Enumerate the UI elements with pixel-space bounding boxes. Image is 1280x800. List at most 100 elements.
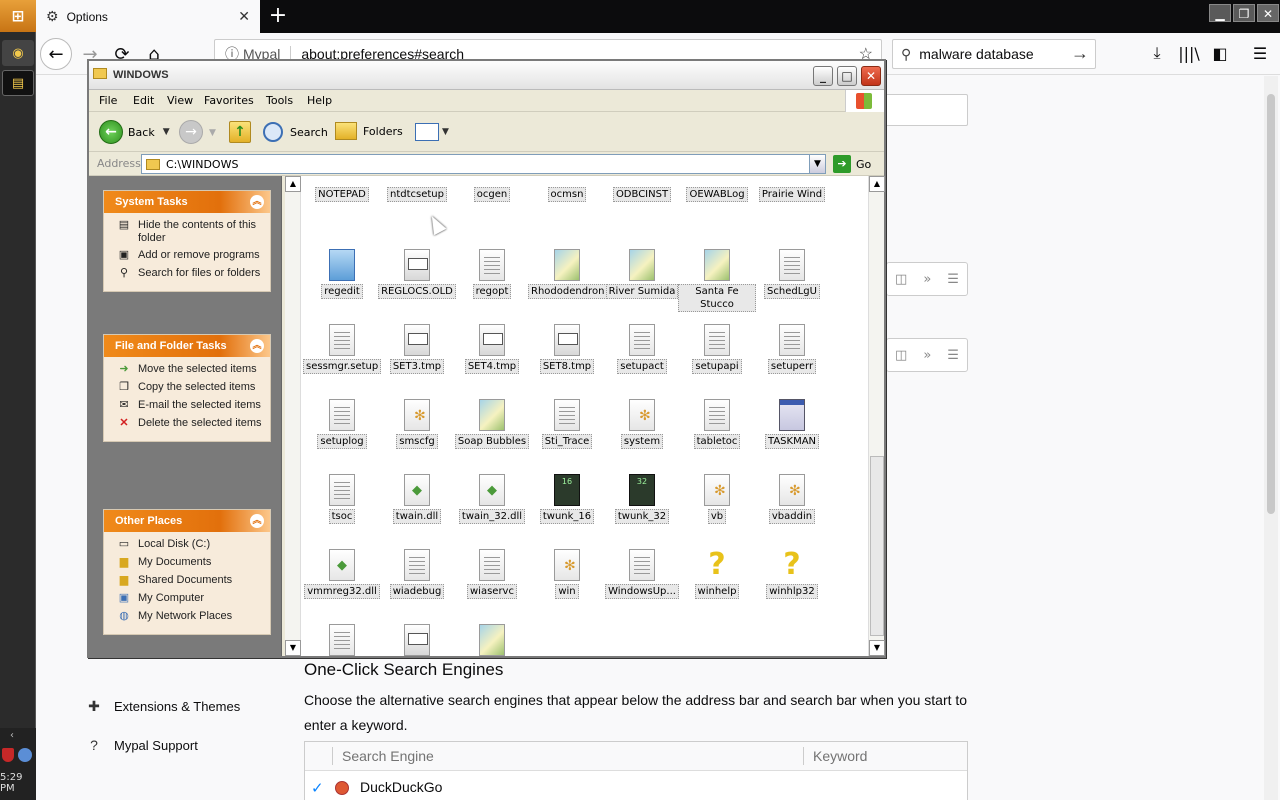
chevron-down-icon[interactable]: ▼ — [809, 155, 825, 173]
place-my-computer[interactable]: ▣ My Computer — [116, 592, 262, 606]
file-item[interactable]: OEWABLog — [678, 176, 756, 202]
new-tab-button[interactable]: + — [266, 4, 290, 28]
file-item[interactable]: setupact — [603, 324, 681, 374]
chevron-down-icon[interactable]: ▼ — [442, 127, 449, 137]
scrollbar-thumb[interactable] — [870, 456, 884, 636]
folder-up-button[interactable]: ↑ — [229, 121, 251, 143]
taskbar-explorer-button[interactable]: ▤ — [2, 70, 34, 96]
chevron-down-icon[interactable]: ▼ — [209, 128, 216, 138]
page-scrollbar[interactable] — [1264, 76, 1278, 800]
checkmark-icon[interactable]: ✓ — [311, 779, 324, 797]
search-input[interactable]: malware database — [919, 46, 1033, 62]
file-item[interactable]: NOTEPAD — [303, 176, 381, 202]
file-item[interactable]: regopt — [453, 249, 531, 299]
panel-header[interactable]: File and Folder Tasks ︽ — [104, 335, 270, 357]
file-item[interactable]: Santa Fe Stucco — [678, 249, 756, 312]
table-row[interactable]: ✓ DuckDuckGo — [305, 771, 967, 800]
file-item[interactable]: vbaddin — [753, 474, 831, 524]
menu-view[interactable]: View — [167, 94, 193, 107]
back-button[interactable]: ← — [40, 38, 72, 70]
category-mypal-support[interactable]: ? Mypal Support — [86, 737, 198, 753]
file-item[interactable]: wiaservc — [453, 549, 531, 599]
explorer-close-button[interactable]: ✕ — [861, 66, 881, 86]
file-item[interactable]: Sti_Trace — [528, 399, 606, 449]
file-item[interactable]: Rhododendron — [528, 249, 608, 299]
maximize-button[interactable]: ❐ — [1233, 4, 1255, 22]
collapse-chevron-icon[interactable]: ︽ — [250, 339, 264, 353]
column-header-engine[interactable]: Search Engine — [342, 748, 434, 764]
file-item[interactable]: River Sumida — [603, 249, 681, 299]
task-delete[interactable]: ✕ Delete the selected items — [116, 417, 262, 431]
collapse-chevron-icon[interactable]: ︽ — [250, 195, 264, 209]
category-extensions-themes[interactable]: ✚ Extensions & Themes — [86, 698, 240, 715]
file-item[interactable]: twain.dll — [378, 474, 456, 524]
tab-options[interactable]: ⚙ Options ✕ — [36, 0, 260, 33]
file-item[interactable]: TASKMAN — [753, 399, 831, 449]
file-item[interactable]: SET8.tmp — [528, 324, 606, 374]
file-item[interactable]: ? winhlp32 — [753, 549, 831, 599]
file-item[interactable]: WMSysPr9.prx — [378, 624, 456, 656]
task-copy[interactable]: ❐ Copy the selected items — [116, 381, 262, 395]
file-item[interactable]: wiadebug — [378, 549, 456, 599]
file-item[interactable]: 32 twunk_32 — [603, 474, 681, 524]
file-item[interactable]: 16 twunk_16 — [528, 474, 606, 524]
scroll-down-arrow-icon[interactable]: ▼ — [869, 640, 885, 656]
panel-header[interactable]: Other Places ︽ — [104, 510, 270, 532]
search-go-arrow-icon[interactable]: → — [1071, 43, 1089, 64]
explorer-folders-button[interactable]: Folders — [335, 122, 403, 140]
explorer-maximize-button[interactable]: □ — [837, 66, 857, 86]
explorer-search-button[interactable]: Search — [263, 122, 328, 142]
file-item[interactable]: Zapotec — [453, 624, 531, 656]
file-item[interactable]: WindowsUp... — [603, 549, 681, 599]
file-item[interactable]: win — [528, 549, 606, 599]
tab-close-icon[interactable]: ✕ — [238, 8, 250, 25]
file-item[interactable]: ntdtcsetup — [378, 176, 456, 202]
address-path[interactable]: C:\WINDOWS — [166, 158, 238, 171]
column-header-keyword[interactable]: Keyword — [813, 748, 867, 764]
tray-expand-icon[interactable]: ‹ — [10, 730, 14, 741]
file-item[interactable]: tabletoc — [678, 399, 756, 449]
chevron-down-icon[interactable]: ▼ — [163, 127, 170, 137]
task-hide-contents[interactable]: ▤ Hide the contents of this folder — [116, 219, 262, 245]
go-button[interactable]: ➔ Go — [833, 155, 871, 173]
users-icon[interactable] — [18, 748, 32, 762]
menu-edit[interactable]: Edit — [133, 94, 154, 107]
menu-help[interactable]: Help — [307, 94, 332, 107]
file-item[interactable]: smscfg — [378, 399, 456, 449]
minimize-button[interactable]: ▁ — [1209, 4, 1231, 22]
file-view-scrollbar[interactable]: ▲ ▼ — [868, 176, 885, 656]
close-button[interactable]: ✕ — [1257, 4, 1279, 22]
place-my-documents[interactable]: ▆ My Documents — [116, 556, 262, 570]
file-item[interactable]: system — [603, 399, 681, 449]
file-item[interactable]: ocmsn — [528, 176, 606, 202]
library-icon[interactable]: |||\ — [1177, 41, 1201, 65]
explorer-minimize-button[interactable]: _ — [813, 66, 833, 86]
hamburger-menu-icon[interactable]: ☰ — [1248, 41, 1272, 65]
file-item[interactable]: SET3.tmp — [378, 324, 456, 374]
scroll-down-arrow-icon[interactable]: ▼ — [285, 640, 301, 656]
file-item[interactable]: twain_32.dll — [453, 474, 531, 524]
file-item[interactable]: sessmgr.setup — [303, 324, 382, 374]
file-item[interactable]: tsoc — [303, 474, 381, 524]
file-item[interactable]: SET4.tmp — [453, 324, 531, 374]
file-item[interactable]: vmmreg32.dll — [303, 549, 381, 599]
page-scrollbar-thumb[interactable] — [1267, 94, 1275, 514]
collapse-chevron-icon[interactable]: ︽ — [250, 514, 264, 528]
file-item[interactable]: SchedLgU — [753, 249, 831, 299]
task-search-files[interactable]: ⚲ Search for files or folders — [116, 267, 262, 281]
file-item[interactable]: ocgen — [453, 176, 531, 202]
scroll-up-arrow-icon[interactable]: ▲ — [285, 176, 301, 192]
security-shield-icon[interactable] — [2, 748, 14, 762]
file-item[interactable]: setuplog — [303, 399, 381, 449]
sidebar-icon[interactable]: ◧ — [1208, 41, 1232, 65]
explorer-views-button[interactable]: ▼ — [415, 123, 449, 141]
file-item[interactable]: ODBCINST — [603, 176, 681, 202]
file-item[interactable]: Prairie Wind — [753, 176, 831, 202]
panel-header[interactable]: System Tasks ︽ — [104, 191, 270, 213]
explorer-back-button[interactable]: ← Back ▼ — [99, 120, 170, 144]
file-item[interactable]: REGLOCS.OLD — [378, 249, 456, 299]
search-bar[interactable]: ⚲ malware database → — [892, 39, 1096, 69]
start-button[interactable]: ⊞ — [0, 0, 36, 32]
menu-file[interactable]: File — [99, 94, 117, 107]
address-input[interactable]: C:\WINDOWS ▼ — [141, 154, 826, 174]
